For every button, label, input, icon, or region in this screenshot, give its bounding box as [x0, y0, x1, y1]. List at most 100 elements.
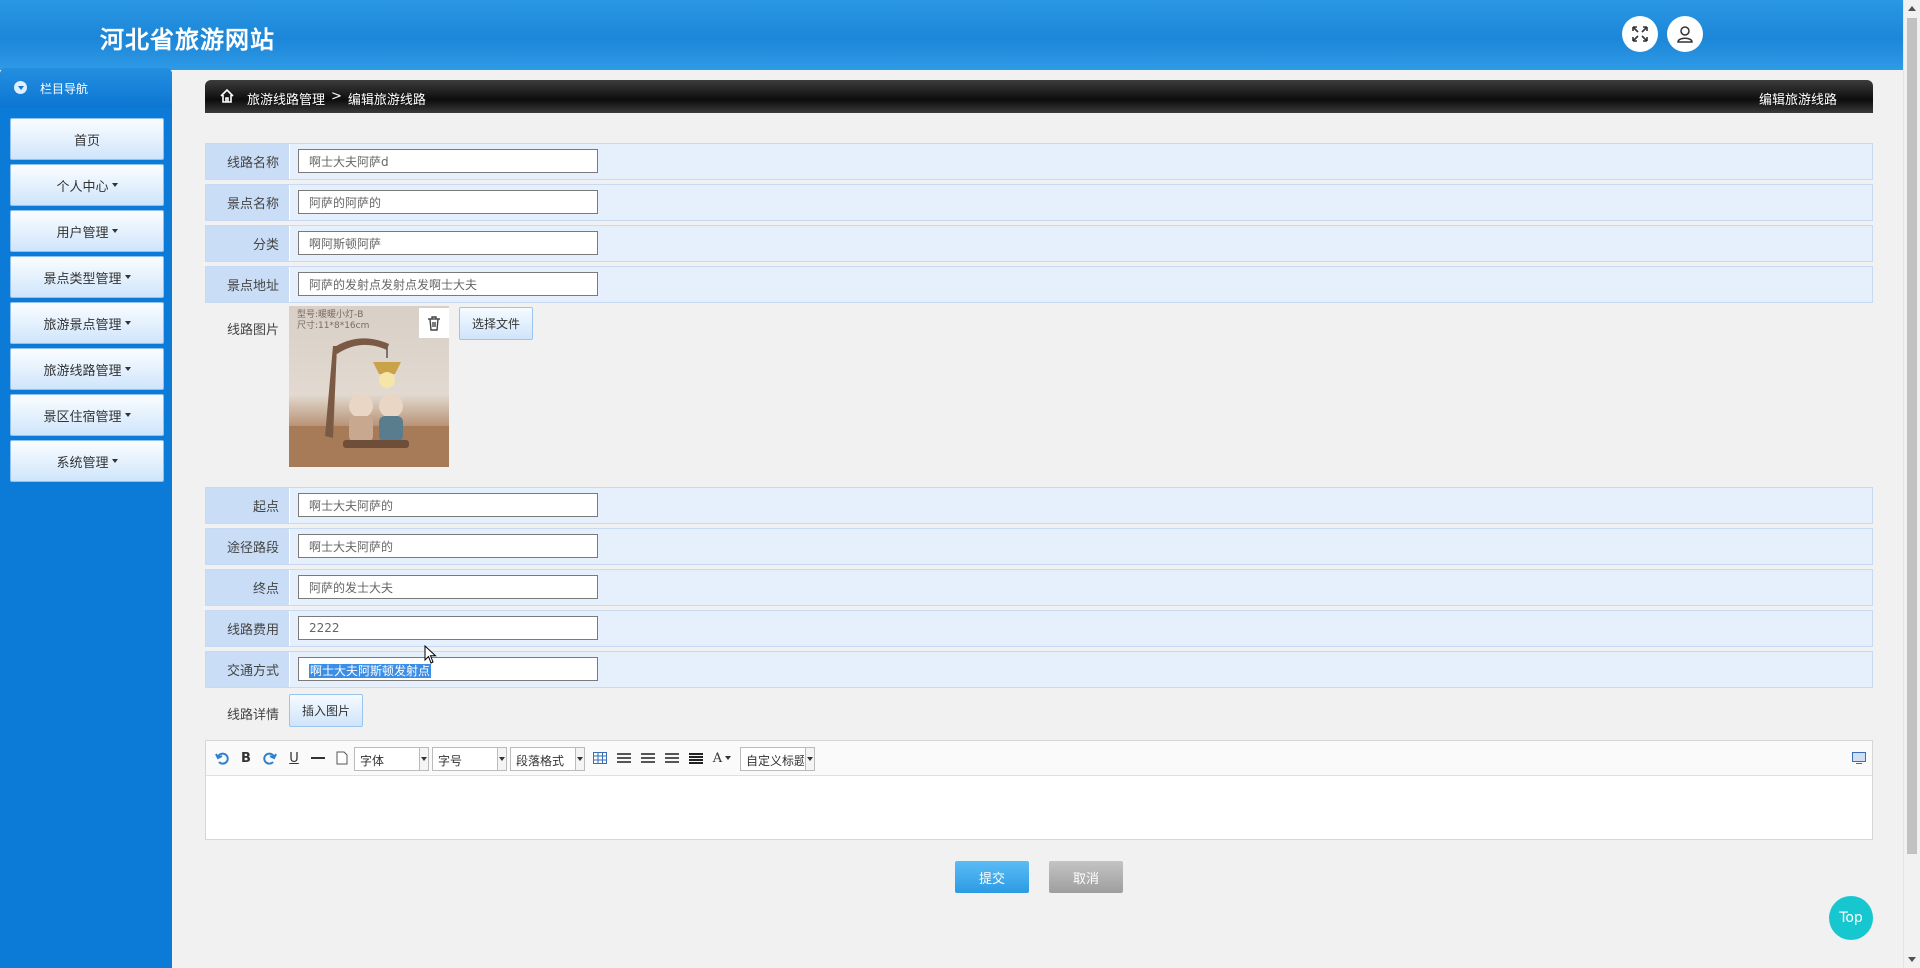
align-justify-button[interactable]	[688, 748, 704, 768]
chevron-down-icon	[497, 748, 506, 770]
paragraph-format-select[interactable]: 段落格式	[510, 747, 585, 771]
insert-table-button[interactable]	[592, 748, 608, 768]
font-family-select[interactable]: 字体	[354, 747, 429, 771]
caret-down-icon	[111, 229, 118, 233]
editor-content-area[interactable]	[206, 777, 1872, 839]
undo-button[interactable]	[214, 748, 230, 768]
spot-name-input[interactable]	[298, 190, 598, 214]
caret-down-icon	[124, 321, 131, 325]
table-icon	[593, 752, 607, 764]
end-row: 终点	[205, 569, 1873, 606]
underline-button[interactable]: U	[286, 748, 302, 768]
nav-toggle-icon	[14, 81, 27, 94]
scroll-up-icon[interactable]	[1908, 6, 1916, 11]
delete-image-button[interactable]	[419, 308, 449, 338]
sidebar-item-home[interactable]: 首页	[10, 118, 164, 160]
sidebar-item-label: 个人中心	[56, 179, 109, 195]
source-view-button[interactable]	[1851, 748, 1867, 768]
redo-icon	[263, 752, 277, 765]
breadcrumb: 旅游线路管理 > 编辑旅游线路 编辑旅游线路	[205, 80, 1873, 113]
align-right-icon	[641, 752, 655, 764]
caret-down-icon	[111, 459, 118, 463]
rich-text-editor: B U 字体 字号 段落格式 A 自定义标题	[205, 740, 1873, 840]
undo-icon	[215, 752, 229, 765]
transport-label: 交通方式	[206, 652, 290, 687]
custom-title-select[interactable]: 自定义标题	[740, 747, 815, 771]
waypoints-input[interactable]	[298, 534, 598, 558]
start-label: 起点	[206, 488, 290, 523]
editor-toolbar: B U 字体 字号 段落格式 A 自定义标题	[206, 741, 1872, 776]
sidebar-item-label: 首页	[73, 133, 100, 149]
route-name-label: 线路名称	[206, 144, 290, 179]
scroll-thumb[interactable]	[1907, 18, 1917, 854]
route-name-input[interactable]	[298, 149, 598, 173]
align-center-button[interactable]	[664, 748, 680, 768]
insert-image-button[interactable]: 插入图片	[289, 694, 363, 727]
sidebar-item-label: 旅游景点管理	[43, 317, 122, 333]
caret-down-icon	[124, 275, 131, 279]
transport-input[interactable]: 啊士大夫阿斯顿发射点	[298, 657, 598, 681]
user-button[interactable]	[1667, 16, 1703, 52]
scroll-down-icon[interactable]	[1908, 957, 1916, 962]
page-scrollbar[interactable]	[1903, 0, 1920, 968]
start-row: 起点	[205, 487, 1873, 524]
sidebar-item-route-management[interactable]: 旅游线路管理	[10, 348, 164, 390]
category-label: 分类	[206, 226, 290, 261]
cancel-button[interactable]: 取消	[1049, 861, 1123, 893]
spot-address-row: 景点地址	[205, 266, 1873, 303]
expand-icon	[1632, 26, 1648, 42]
breadcrumb-separator: >	[331, 89, 342, 104]
sidebar-item-spot-type-management[interactable]: 景点类型管理	[10, 256, 164, 298]
details-label: 线路详情	[226, 708, 279, 723]
sidebar-item-personal-center[interactable]: 个人中心	[10, 164, 164, 206]
sidebar-item-lodging-management[interactable]: 景区住宿管理	[10, 394, 164, 436]
waypoints-label: 途径路段	[206, 529, 290, 564]
font-family-value: 字体	[360, 754, 385, 768]
site-title: 河北省旅游网站	[100, 26, 275, 54]
chevron-down-icon	[419, 748, 428, 770]
align-left-button[interactable]	[616, 748, 632, 768]
choose-file-button[interactable]: 选择文件	[459, 307, 533, 340]
align-right-button[interactable]	[640, 748, 656, 768]
start-input[interactable]	[298, 493, 598, 517]
sidebar-item-system-management[interactable]: 系统管理	[10, 440, 164, 482]
caret-down-icon	[124, 367, 131, 371]
end-input[interactable]	[298, 575, 598, 599]
waypoints-row: 途径路段	[205, 528, 1873, 565]
align-left-icon	[617, 752, 631, 764]
caret-down-icon	[725, 756, 732, 760]
new-document-button[interactable]	[334, 748, 350, 768]
breadcrumb-parent[interactable]: 旅游线路管理	[247, 89, 325, 108]
category-input[interactable]	[298, 231, 598, 255]
horizontal-rule-button[interactable]	[310, 748, 326, 768]
font-color-label: A	[712, 750, 723, 766]
font-size-value: 字号	[438, 754, 463, 768]
chevron-down-icon	[805, 748, 814, 770]
route-name-row: 线路名称	[205, 143, 1873, 180]
route-image-label: 线路图片	[226, 323, 279, 338]
redo-button[interactable]	[262, 748, 278, 768]
home-icon[interactable]	[219, 88, 235, 104]
horizontal-rule-icon	[311, 757, 325, 759]
sidebar-heading-label: 栏目导航	[40, 82, 89, 96]
sidebar-item-user-management[interactable]: 用户管理	[10, 210, 164, 252]
category-row: 分类	[205, 225, 1873, 262]
cost-input[interactable]	[298, 616, 598, 640]
font-color-button[interactable]: A	[710, 748, 734, 768]
breadcrumb-current: 编辑旅游线路	[347, 93, 426, 108]
page-title: 编辑旅游线路	[1758, 93, 1837, 108]
transport-selected-text: 啊士大夫阿斯顿发射点	[309, 664, 432, 678]
submit-button[interactable]: 提交	[955, 861, 1029, 893]
font-size-select[interactable]: 字号	[432, 747, 507, 771]
sidebar-item-spot-management[interactable]: 旅游景点管理	[10, 302, 164, 344]
align-center-icon	[665, 752, 679, 764]
trash-icon	[428, 316, 440, 331]
monitor-icon	[1852, 752, 1866, 764]
user-icon	[1677, 26, 1693, 43]
bold-button[interactable]: B	[238, 748, 254, 768]
sidebar: 栏目导航 首页 个人中心 用户管理 景点类型管理 旅游景点管理 旅游线路管理 景…	[0, 68, 172, 968]
caret-down-icon	[124, 413, 131, 417]
back-to-top-button[interactable]: Top	[1829, 896, 1873, 940]
fullscreen-button[interactable]	[1622, 16, 1658, 52]
spot-address-input[interactable]	[298, 272, 598, 296]
